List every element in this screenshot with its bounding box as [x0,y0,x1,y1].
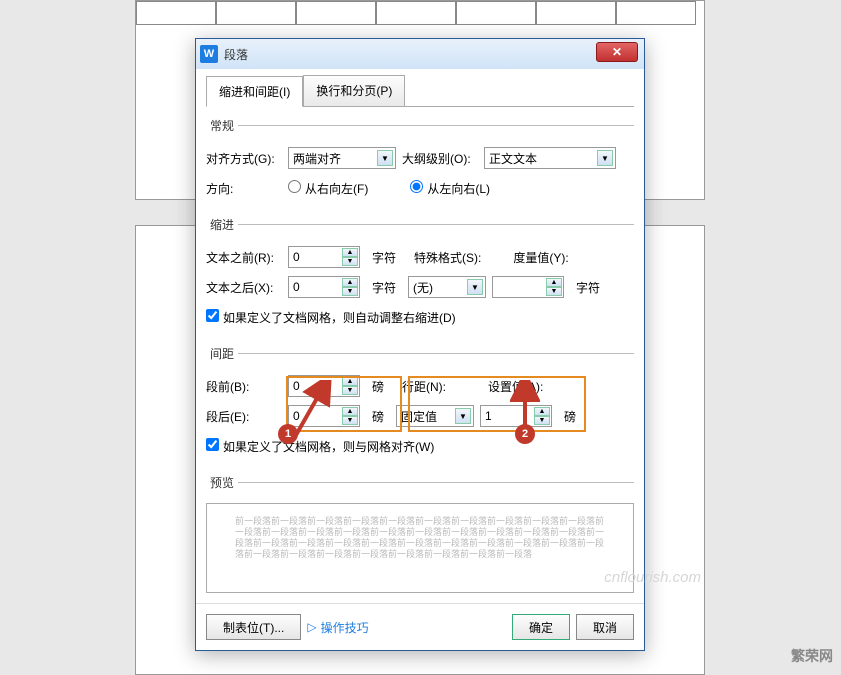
ltr-radio[interactable]: 从左向右(L) [410,180,490,197]
unit-label: 磅 [372,408,384,425]
outline-select[interactable]: 正文文本▼ [484,147,616,169]
indent-before-spinner[interactable]: ▲▼ [288,246,360,268]
snap-grid-checkbox[interactable]: 如果定义了文档网格，则与网格对齐(W) [206,438,434,455]
wps-icon: W [200,45,218,63]
auto-indent-checkbox[interactable]: 如果定义了文档网格，则自动调整右缩进(D) [206,309,456,326]
line-spacing-select[interactable]: 固定值▼ [396,405,474,427]
preview-box: 前一段落前一段落前一段落前一段落前一段落前一段落前一段落前一段落前一段落前一段落… [206,503,634,593]
line-spacing-label: 行距(N): [402,378,446,395]
dialog-title: 段落 [224,46,248,63]
general-legend: 常规 [206,117,238,134]
table-cell [136,1,216,25]
annotation-badge-2: 2 [515,424,535,444]
unit-label: 字符 [372,249,396,266]
outline-label: 大纲级别(O): [402,150,478,167]
close-button[interactable]: ✕ [596,42,638,62]
table-cell [216,1,296,25]
cancel-button[interactable]: 取消 [576,614,634,640]
indent-before-label: 文本之前(R): [206,249,282,266]
watermark-text: 繁荣网 [791,646,833,666]
tips-link[interactable]: ▷操作技巧 [307,619,368,636]
tabstops-button[interactable]: 制表位(T)... [206,614,301,640]
unit-label: 磅 [564,408,576,425]
general-fieldset: 常规 对齐方式(G): 两端对齐▼ 大纲级别(O): 正文文本▼ 方向: 从右向… [206,117,634,206]
table-cell [536,1,616,25]
direction-label: 方向: [206,180,282,197]
space-before-label: 段前(B): [206,378,282,395]
tabs: 缩进和间距(I) 换行和分页(P) [206,75,634,107]
special-label: 特殊格式(S): [414,249,481,266]
set-value-label: 设置值(A): [488,378,543,395]
spacing-fieldset: 间距 段前(B): ▲▼ 磅 行距(N): 设置值(A): 段后(E): ▲▼ … [206,345,634,464]
space-after-label: 段后(E): [206,408,282,425]
unit-label: 磅 [372,378,384,395]
unit-label: 字符 [372,279,396,296]
indent-after-spinner[interactable]: ▲▼ [288,276,360,298]
annotation-badge-1: 1 [278,424,298,444]
table-cell [376,1,456,25]
watermark-url: cnflourish.com [604,569,701,586]
unit-label: 字符 [576,279,600,296]
measure-label: 度量值(Y): [513,249,568,266]
rtl-radio[interactable]: 从右向左(F) [288,180,368,197]
special-format-select[interactable]: (无)▼ [408,276,486,298]
alignment-label: 对齐方式(G): [206,150,282,167]
indent-legend: 缩进 [206,216,238,233]
alignment-select[interactable]: 两端对齐▼ [288,147,396,169]
chevron-down-icon: ▼ [467,279,483,295]
tab-line-page-break[interactable]: 换行和分页(P) [303,75,405,106]
chevron-down-icon: ▼ [597,150,613,166]
dialog-footer: 制表位(T)... ▷操作技巧 确定 取消 [196,603,644,650]
measure-spinner[interactable]: ▲▼ [492,276,564,298]
indent-fieldset: 缩进 文本之前(R): ▲▼ 字符 特殊格式(S): 度量值(Y): 文本之后(… [206,216,634,335]
preview-legend: 预览 [206,474,238,491]
space-before-spinner[interactable]: ▲▼ [288,375,360,397]
ok-button[interactable]: 确定 [512,614,570,640]
play-icon: ▷ [307,620,316,634]
table-cell [296,1,376,25]
chevron-down-icon: ▼ [377,150,393,166]
tab-indent-spacing[interactable]: 缩进和间距(I) [206,76,303,107]
space-after-spinner[interactable]: ▲▼ [288,405,360,427]
paragraph-dialog: W 段落 ✕ 缩进和间距(I) 换行和分页(P) 常规 对齐方式(G): 两端对… [195,38,645,651]
table-cell [616,1,696,25]
table-cell [456,1,536,25]
spacing-legend: 间距 [206,345,238,362]
set-value-spinner[interactable]: ▲▼ [480,405,552,427]
titlebar: W 段落 ✕ [196,39,644,69]
preview-fieldset: 预览 前一段落前一段落前一段落前一段落前一段落前一段落前一段落前一段落前一段落前… [206,474,634,593]
indent-after-label: 文本之后(X): [206,279,282,296]
chevron-down-icon: ▼ [455,408,471,424]
